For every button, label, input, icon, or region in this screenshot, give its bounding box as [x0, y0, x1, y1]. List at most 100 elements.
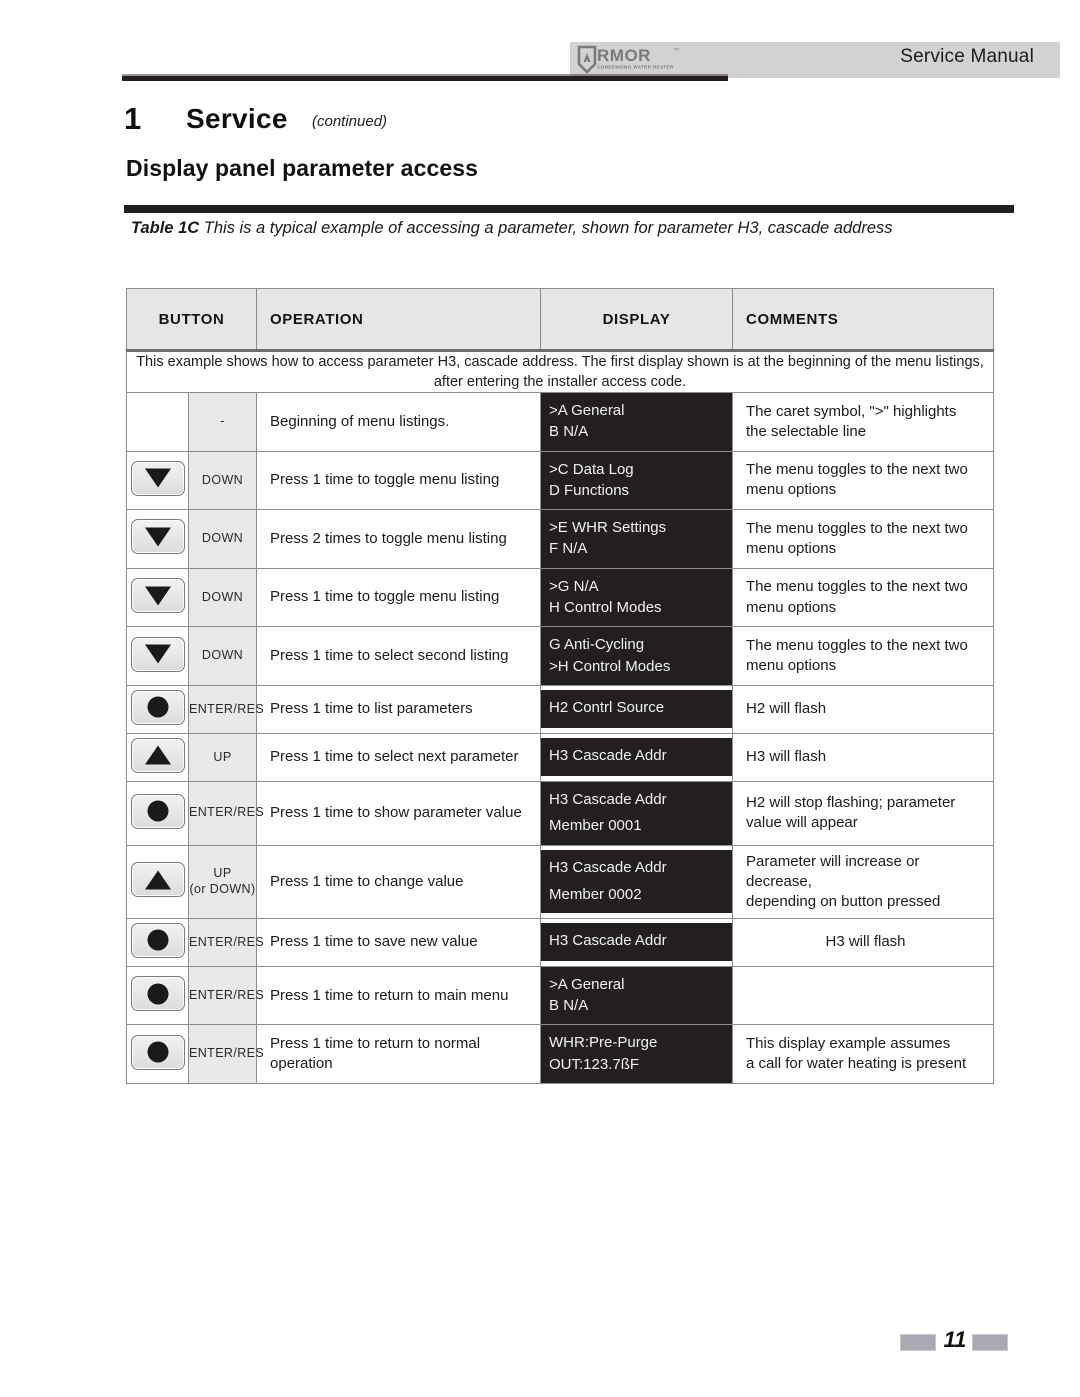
comment-line-1: H3 will flash	[825, 933, 906, 951]
enter-circle-icon	[147, 696, 168, 718]
display-cell: >G N/A H Control Modes	[540, 567, 734, 628]
comments-cell: The menu toggles to the next two menu opt…	[732, 450, 995, 511]
table-caption: Table 1C This is a typical example of ac…	[131, 219, 1021, 238]
down-arrow-icon	[144, 527, 171, 547]
panel-button[interactable]	[130, 689, 185, 725]
section-number: 1	[124, 101, 142, 136]
display-cell: >A General B N/A	[540, 392, 734, 452]
lcd-screen: H2 Contrl Source	[541, 690, 733, 729]
display-cell: >C Data Log D Functions	[540, 450, 734, 511]
down-arrow-icon	[144, 586, 171, 606]
lcd-line-2: D Functions	[549, 481, 630, 499]
panel-button[interactable]	[130, 976, 185, 1012]
table-row: DOWN Press 1 time to toggle menu listing >…	[126, 450, 995, 511]
comment-line-1: This display example assumes	[746, 1035, 951, 1053]
panel-button[interactable]	[130, 1034, 185, 1070]
table-row: UP (or DOWN) Press 1 time to change value H…	[126, 844, 995, 919]
button-icon-cell	[126, 780, 189, 846]
button-label-cell: UP	[187, 732, 258, 782]
lcd-line-2: F N/A	[549, 540, 588, 558]
comment-line-2: value will appear	[746, 814, 858, 832]
lcd-screen: >C Data Log D Functions	[541, 451, 733, 510]
enter-circle-icon	[147, 1041, 168, 1063]
panel-button[interactable]	[130, 519, 185, 555]
button-label-cell: DOWN	[187, 567, 258, 628]
lcd-line-1: >A General	[549, 975, 625, 993]
lcd-screen: H3 Cascade Addr Member 0002	[541, 850, 733, 913]
panel-button[interactable]	[130, 793, 185, 829]
lcd-screen: >A General B N/A	[541, 393, 733, 451]
svg-text:RMOR: RMOR	[597, 46, 651, 65]
lcd-screen: >G N/A H Control Modes	[541, 568, 733, 627]
button-label: ENTER/RES	[189, 701, 265, 716]
svg-text:CONDENSING WATER HEATER: CONDENSING WATER HEATER	[597, 65, 674, 70]
parameter-access-table: BUTTON OPERATION DISPLAY COMMENTS This e…	[125, 288, 995, 1085]
page-header: RMOR ™ CONDENSING WATER HEATER Service M…	[0, 0, 1080, 92]
button-icon-cell	[126, 1024, 189, 1085]
display-cell: WHR:Pre-Purge OUT:123.7ßF	[540, 1024, 734, 1085]
button-label: ENTER/RES	[189, 934, 265, 949]
comments-cell: The menu toggles to the next two menu opt…	[732, 567, 995, 628]
button-label-cell: -	[187, 392, 258, 452]
comments-cell: H3 will flash	[732, 732, 995, 782]
up-arrow-icon	[144, 745, 171, 765]
button-icon-cell	[126, 509, 189, 569]
comment-line-1: The menu toggles to the next two	[746, 461, 968, 479]
comments-cell: The menu toggles to the next two menu opt…	[732, 509, 995, 569]
comment-line-1: The caret symbol, ">" highlights	[746, 402, 957, 420]
button-label-cell: UP (or DOWN)	[187, 844, 258, 919]
footer-box-left	[900, 1334, 936, 1351]
down-arrow-icon	[144, 644, 171, 664]
button-label-secondary: (or DOWN)	[189, 881, 256, 896]
display-cell: H3 Cascade Addr Member 0001	[540, 780, 734, 846]
table-body: This example shows how to access paramet…	[125, 350, 995, 1085]
display-cell: H3 Cascade Addr Member 0002	[540, 844, 734, 919]
lcd-screen: WHR:Pre-Purge OUT:123.7ßF	[541, 1025, 733, 1084]
panel-button[interactable]	[130, 460, 185, 496]
lcd-screen: >E WHR Settings F N/A	[541, 510, 733, 568]
lcd-line-1: H3 Cascade Addr	[549, 859, 667, 877]
footer-box-right	[972, 1334, 1008, 1351]
enter-circle-icon	[147, 983, 168, 1005]
lcd-line-2: H Control Modes	[549, 599, 662, 617]
comment-line-1: Parameter will increase or decrease,	[746, 852, 920, 890]
comments-cell: H2 will stop flashing; parameter value wi…	[732, 780, 995, 846]
table-intro-text: This example shows how to access paramet…	[125, 350, 995, 393]
enter-circle-icon	[147, 929, 168, 951]
lcd-screen: >A General B N/A	[541, 966, 733, 1025]
comment-line-1: The menu toggles to the next two	[746, 519, 968, 537]
panel-button[interactable]	[130, 862, 185, 898]
table-row: DOWN Press 1 time to toggle menu listing >…	[126, 567, 995, 628]
table-intro-row: This example shows how to access paramet…	[125, 350, 995, 393]
button-icon-cell	[126, 626, 189, 686]
operation-cell: Press 1 time to return to normal operati…	[256, 1024, 542, 1085]
button-label: DOWN	[201, 589, 244, 604]
comment-line-2: a call for water heating is present	[746, 1055, 967, 1073]
lcd-line-1: >E WHR Settings	[549, 519, 667, 537]
lcd-line-1: >A General	[549, 402, 625, 419]
comments-cell: This display example assumes a call for w…	[732, 1024, 995, 1085]
button-label: DOWN	[201, 531, 244, 546]
operation-cell: Press 1 time to return to main menu	[256, 965, 542, 1026]
comment-line-1: H3 will flash	[746, 748, 827, 766]
lcd-line-1: H3 Cascade Addr	[549, 747, 667, 765]
operation-cell: Press 1 time to toggle menu listing	[256, 450, 542, 511]
page-title: Display panel parameter access	[126, 155, 479, 181]
comments-cell: H3 will flash	[732, 917, 995, 967]
lcd-screen: H3 Cascade Addr	[541, 738, 733, 777]
button-label: UP	[213, 749, 232, 764]
button-icon-cell	[126, 392, 189, 452]
button-label: UP	[213, 866, 232, 881]
display-cell: H2 Contrl Source	[540, 684, 734, 734]
lcd-line-2: OUT:123.7ßF	[549, 1055, 640, 1073]
button-icon-cell	[126, 732, 189, 782]
panel-button[interactable]	[130, 578, 185, 614]
lcd-screen: H3 Cascade Addr Member 0001	[541, 781, 733, 845]
button-label: DOWN	[201, 648, 244, 663]
panel-button[interactable]	[130, 737, 185, 773]
panel-button[interactable]	[130, 922, 185, 958]
comments-cell: The caret symbol, ">" highlights the sele…	[732, 392, 995, 452]
lcd-line-2: Member 0002	[549, 885, 642, 903]
panel-button[interactable]	[130, 636, 185, 672]
comments-cell	[732, 965, 995, 1026]
